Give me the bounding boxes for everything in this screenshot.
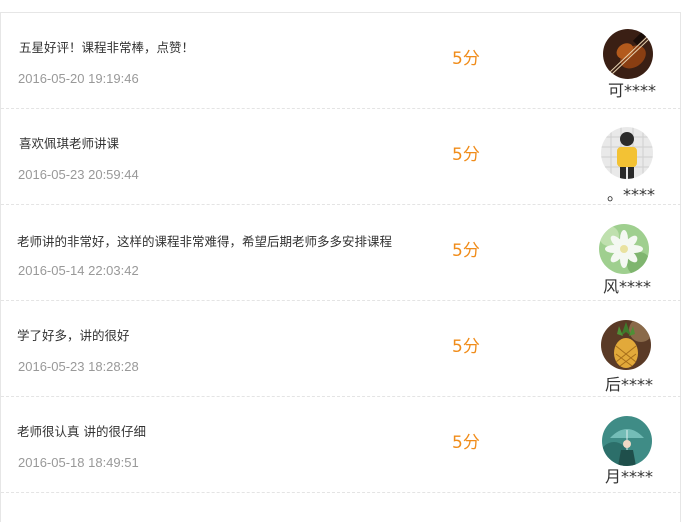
review-comment: 喜欢佩琪老师讲课: [19, 136, 120, 151]
review-date: 2016-05-14 22:03:42: [18, 263, 139, 278]
review-item: 老师讲的非常好，这样的课程非常难得，希望后期老师多多安排课程 2016-05-1…: [1, 205, 681, 301]
review-score: 5分: [452, 433, 480, 453]
review-date: 2016-05-18 18:49:51: [18, 455, 139, 470]
violin-avatar-icon[interactable]: [603, 29, 653, 79]
review-username: 可****: [608, 81, 657, 100]
review-score: 5分: [452, 241, 480, 261]
umbrella-girl-avatar-icon[interactable]: [602, 416, 652, 466]
review-item: 喜欢佩琪老师讲课 2016-05-23 20:59:44 5分 。****: [1, 109, 681, 205]
review-date: 2016-05-23 18:28:28: [18, 359, 139, 374]
review-comment: 学了好多，讲的很好: [17, 328, 130, 343]
review-comment: 老师很认真 讲的很仔细: [17, 424, 146, 439]
review-comment: 五星好评！课程非常棒，点赞！: [19, 40, 195, 55]
review-username: 风****: [603, 277, 652, 296]
review-score: 5分: [452, 337, 480, 357]
review-username: 后****: [605, 375, 654, 394]
review-score: 5分: [452, 145, 480, 165]
review-item: 学了好多，讲的很好 2016-05-23 18:28:28 5分 后****: [1, 301, 681, 397]
review-comment: 老师讲的非常好，这样的课程非常难得，希望后期老师多多安排课程: [17, 234, 393, 249]
review-item: 五星好评！课程非常棒，点赞！ 2016-05-20 19:19:46 5分 可*…: [1, 13, 681, 109]
review-date: 2016-05-20 19:19:46: [18, 71, 139, 86]
review-username: 月****: [605, 467, 654, 486]
review-list: 五星好评！课程非常棒，点赞！ 2016-05-20 19:19:46 5分 可*…: [0, 12, 681, 522]
review-score: 5分: [452, 49, 480, 69]
review-username: 。****: [607, 185, 656, 204]
person-avatar-icon[interactable]: [601, 127, 653, 179]
pineapple-drink-avatar-icon[interactable]: [601, 320, 651, 370]
review-item: 老师很认真 讲的很仔细 2016-05-18 18:49:51 5分 月****: [1, 397, 681, 493]
flower-avatar-icon[interactable]: [599, 224, 649, 274]
review-date: 2016-05-23 20:59:44: [18, 167, 139, 182]
